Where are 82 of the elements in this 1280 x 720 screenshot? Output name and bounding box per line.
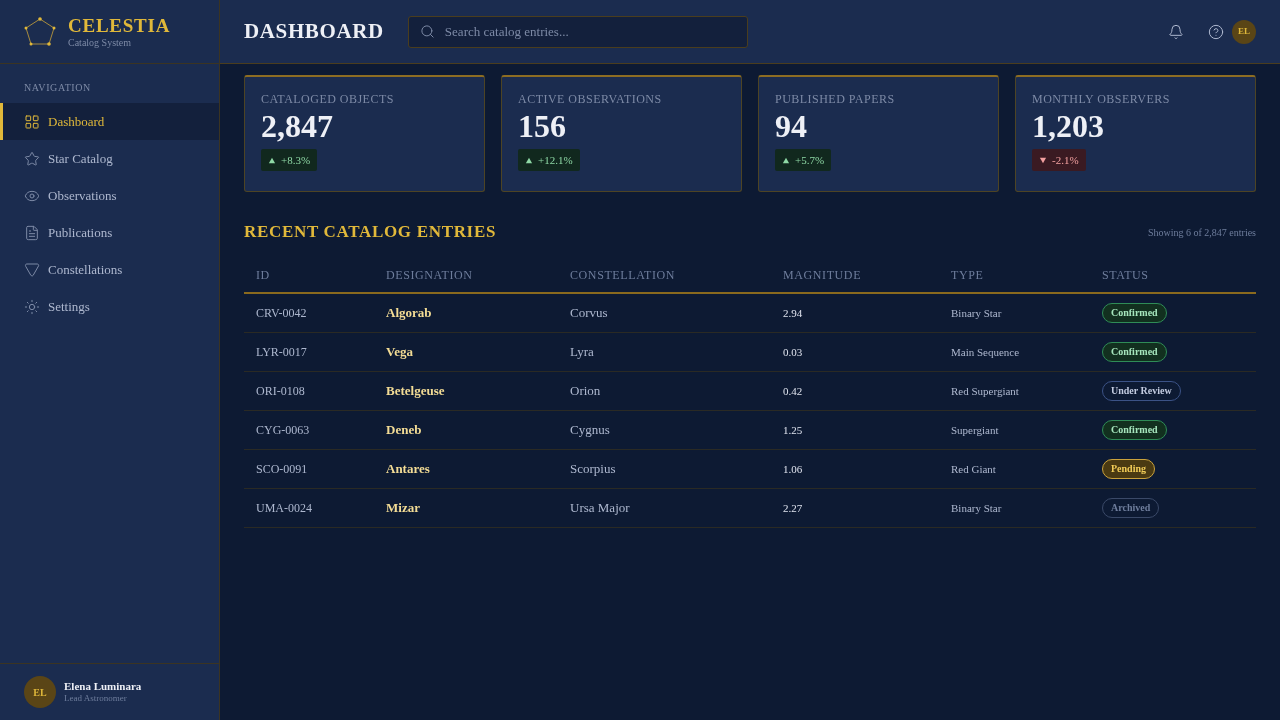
stat-label: CATALOGED OBJECTS <box>261 91 395 107</box>
constellation-name: Corvus <box>569 304 609 323</box>
brand-name: CELESTIA <box>68 15 171 35</box>
user-avatar[interactable]: EL <box>1232 19 1256 44</box>
stat-value: 94 <box>775 107 808 145</box>
star-icon <box>24 150 40 167</box>
constellation-name: Orion <box>569 382 602 401</box>
catalog-id: UMA-0024 <box>255 500 313 517</box>
nav-item[interactable]: Publications <box>0 214 219 251</box>
triangle-icon <box>24 261 40 278</box>
catalog-id: CYG-0063 <box>255 422 311 439</box>
star-designation: Deneb <box>385 421 423 440</box>
status-badge: Pending <box>1102 459 1155 479</box>
stat-label: ACTIVE OBSERVATIONS <box>518 91 663 107</box>
search-icon <box>419 24 435 39</box>
stat-value: 1,203 <box>1032 107 1105 145</box>
section-title: RECENT CATALOG ENTRIES <box>244 221 497 244</box>
page-title: DASHBOARD <box>244 17 384 45</box>
constellation-name: Lyra <box>569 343 595 362</box>
magnitude-value: 1.25 <box>782 422 804 438</box>
up-triangle-icon <box>782 156 790 164</box>
column-header: MAGNITUDE <box>782 266 863 284</box>
nav-item[interactable]: Settings <box>0 288 219 325</box>
catalog-id: ORI-0108 <box>255 383 306 400</box>
stat-value: 156 <box>518 107 567 145</box>
status-badge: Confirmed <box>1102 303 1167 323</box>
sun-icon <box>24 298 40 315</box>
nav-item[interactable]: Star Catalog <box>0 140 219 177</box>
nav-item[interactable]: Dashboard <box>0 103 219 140</box>
constellation-name: Cygnus <box>569 421 611 440</box>
magnitude-value: 2.27 <box>782 500 804 516</box>
star-type: Main Sequence <box>950 344 1021 360</box>
nav-item[interactable]: Constellations <box>0 251 219 288</box>
catalog-id: SCO-0091 <box>255 461 309 478</box>
document-icon <box>24 224 40 241</box>
section-label: NAVIGATION <box>23 81 92 95</box>
search-field[interactable]: Search catalog entries... <box>407 15 748 48</box>
constellation-name: Ursa Major <box>569 499 631 518</box>
user-avatar: EL <box>24 676 56 708</box>
change-value: +12.1% <box>538 154 573 166</box>
help-icon[interactable] <box>1208 23 1224 40</box>
stat-value: 2,847 <box>261 107 334 145</box>
stat-label: PUBLISHED PAPERS <box>775 91 896 107</box>
down-triangle-icon <box>1039 156 1047 164</box>
constellation-name: Scorpius <box>569 460 617 479</box>
catalog-id: CRV-0042 <box>255 305 308 322</box>
star-designation: Mizar <box>385 499 421 518</box>
entries-summary: Showing 6 of 2,847 entries <box>1147 225 1256 240</box>
star-type: Binary Star <box>950 305 1003 321</box>
star-designation: Betelgeuse <box>385 382 446 401</box>
star-type: Red Giant <box>950 461 997 477</box>
magnitude-value: 0.42 <box>782 383 804 399</box>
notifications-icon[interactable] <box>1168 23 1184 40</box>
column-header: STATUS <box>1101 266 1150 284</box>
grid-icon <box>24 113 40 130</box>
up-triangle-icon <box>525 156 533 164</box>
star-type: Red Supergiant <box>950 383 1020 399</box>
star-designation: Algorab <box>385 304 433 323</box>
column-header: DESIGNATION <box>385 266 474 284</box>
up-triangle-icon <box>268 156 276 164</box>
star-type: Binary Star <box>950 500 1003 516</box>
star-designation: Antares <box>385 460 431 479</box>
column-header: TYPE <box>950 266 985 284</box>
column-header: CONSTELLATION <box>569 266 677 284</box>
catalog-id: LYR-0017 <box>255 344 308 361</box>
magnitude-value: 1.06 <box>782 461 804 477</box>
star-designation: Vega <box>385 343 414 362</box>
change-value: +8.3% <box>281 154 311 166</box>
change-value: +5.7% <box>795 154 825 166</box>
nav-item[interactable]: Observations <box>0 177 219 214</box>
magnitude-value: 2.94 <box>782 305 804 321</box>
column-header: ID <box>255 266 271 284</box>
constellation-logo-icon <box>24 16 56 47</box>
status-badge: Confirmed <box>1102 420 1167 440</box>
magnitude-value: 0.03 <box>782 344 804 360</box>
star-type: Supergiant <box>950 422 1000 438</box>
stat-label: MONTHLY OBSERVERS <box>1032 91 1171 107</box>
brand-tagline: Catalog System <box>68 37 133 48</box>
status-badge: Confirmed <box>1102 342 1167 362</box>
user-name: Elena Luminara <box>64 679 142 694</box>
change-value: -2.1% <box>1052 154 1079 166</box>
user-role: Lead Astronomer <box>64 693 128 705</box>
